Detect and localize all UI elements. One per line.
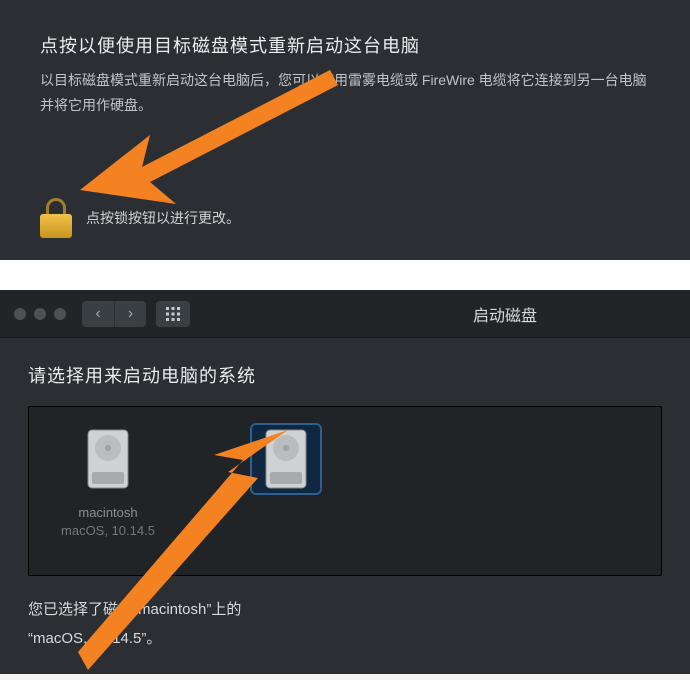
nav-segmented-control: ‹ › — [82, 301, 146, 327]
back-button[interactable]: ‹ — [82, 301, 114, 327]
target-disk-mode-panel: 点按以便使用目标磁盘模式重新启动这台电脑 以目标磁盘模式重新启动这台电脑后，您可… — [0, 0, 690, 260]
lock-icon[interactable] — [40, 198, 72, 238]
forward-button[interactable]: › — [114, 301, 146, 327]
traffic-zoom-icon[interactable] — [54, 308, 66, 320]
status-line-2: “macOS, 10.14.5”。 — [28, 630, 161, 647]
disk-name-label: macintosh — [43, 503, 173, 523]
traffic-close-icon[interactable] — [14, 308, 26, 320]
startup-disk-option[interactable]: macintosh macOS, 10.14.5 — [43, 423, 173, 563]
panel-title: 点按以便使用目标磁盘模式重新启动这台电脑 — [40, 32, 650, 58]
selection-status: 您已选择了磁盘“macintosh”上的 “macOS, 10.14.5”。 — [28, 596, 662, 653]
startup-disk-window: ‹ › 启动磁盘 请选择用来启动电脑的系统 — [0, 290, 690, 674]
disk-selection-box: macintosh macOS, 10.14.5 — [28, 406, 662, 576]
grid-view-button[interactable] — [156, 301, 190, 327]
status-line-1: 您已选择了磁盘“macintosh”上的 — [28, 601, 241, 618]
hard-drive-icon — [259, 428, 313, 490]
chevron-right-icon: › — [128, 305, 133, 323]
instruction-heading: 请选择用来启动电脑的系统 — [28, 362, 662, 388]
hard-drive-icon — [81, 428, 135, 490]
disk-os-label: macOS, 10.14.5 — [43, 523, 173, 538]
startup-disk-option[interactable] — [221, 423, 351, 563]
chevron-left-icon: ‹ — [95, 305, 100, 323]
lock-row: 点按锁按钮以进行更改。 — [40, 198, 240, 238]
grid-icon — [166, 307, 180, 321]
annotation-arrow-icon — [80, 40, 340, 210]
window-toolbar: ‹ › 启动磁盘 — [0, 290, 690, 338]
traffic-lights — [14, 308, 66, 320]
panel-description: 以目标磁盘模式重新启动这台电脑后，您可以使用雷雾电缆或 FireWire 电缆将… — [40, 68, 650, 118]
traffic-minimize-icon[interactable] — [34, 308, 46, 320]
lock-hint-text: 点按锁按钮以进行更改。 — [86, 208, 240, 228]
